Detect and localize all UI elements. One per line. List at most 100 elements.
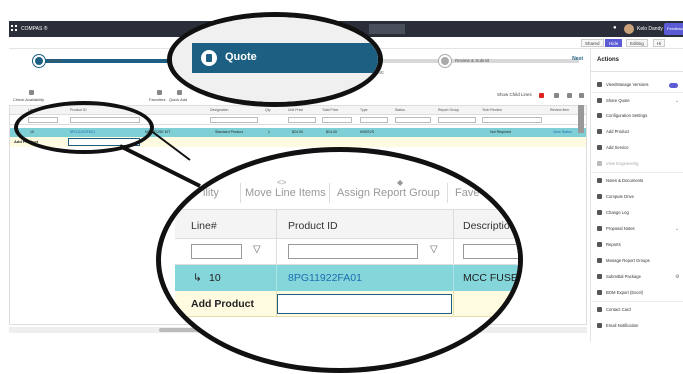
avatar[interactable] xyxy=(624,24,634,34)
zoom-grid-header: Line# Product ID Descriptio xyxy=(175,209,518,240)
next-step-button[interactable]: Next xyxy=(572,56,583,62)
hide-button[interactable]: Hide xyxy=(605,39,623,47)
filter-description-input[interactable] xyxy=(463,244,518,259)
sidebar-separator xyxy=(591,172,683,173)
sidebar-item-manage-report-groups[interactable]: Manage Report Groups xyxy=(597,256,650,266)
settings-icon[interactable] xyxy=(579,93,584,98)
col-type[interactable]: Type xyxy=(360,108,368,112)
col-qty[interactable]: Qty xyxy=(265,108,270,112)
toolbar-separator xyxy=(447,183,448,203)
view-button[interactable]: Hi xyxy=(653,39,666,47)
delete-icon[interactable] xyxy=(539,93,544,98)
add-product-input[interactable] xyxy=(277,294,452,314)
check-availability-button[interactable]: Check Availability xyxy=(13,97,44,102)
filter-status-input[interactable] xyxy=(395,117,431,123)
col-unit-price[interactable]: Unit Price xyxy=(288,108,303,112)
sidebar-item-label: Manage Report Groups xyxy=(606,258,650,263)
col-review-item[interactable]: Review Item xyxy=(550,108,569,112)
assign-report-group-button[interactable]: Assign Report Group xyxy=(337,187,440,199)
sidebar-item-contact-card[interactable]: Contact Card xyxy=(597,305,631,315)
step-review-dot[interactable] xyxy=(439,55,451,67)
col-description[interactable]: Descriptio xyxy=(463,220,510,232)
feedback-button[interactable]: Feedback xyxy=(664,23,683,35)
bell-icon[interactable]: ● xyxy=(613,25,617,31)
row-view-status-link[interactable]: View Status xyxy=(553,130,572,134)
table-row[interactable]: ↳ 10 8PG11922FA01 MCC FUSE KIT xyxy=(175,265,518,291)
sidebar-item-label: Email Notification xyxy=(606,323,639,328)
move-line-items-button[interactable]: Move Line Items xyxy=(245,187,326,199)
funnel-icon[interactable]: ▽ xyxy=(430,244,438,255)
row-description: MCC FUSE KIT xyxy=(463,272,518,284)
report-groups-icon xyxy=(597,258,602,263)
favorites-icon xyxy=(157,90,162,95)
sidebar-item-share-quote[interactable]: Share Quote xyxy=(597,96,630,106)
sidebar-item-label: Submittal Package xyxy=(606,274,641,279)
row-total-price: $24.00 xyxy=(326,130,337,134)
row-product-id-link[interactable]: 8PG11922FA01 xyxy=(288,272,362,284)
step-quote-label[interactable]: Quote xyxy=(49,58,61,63)
col-product-id[interactable]: Product ID xyxy=(288,220,338,232)
copy-icon[interactable] xyxy=(554,93,559,98)
export-icon[interactable] xyxy=(567,93,572,98)
quote-callout: Quote xyxy=(167,12,383,107)
sidebar-item-email-notification[interactable]: Email Notification xyxy=(597,321,638,331)
editing-button[interactable]: Editing xyxy=(626,39,648,47)
col-report-group[interactable]: Report Group xyxy=(438,108,459,112)
filter-type-input[interactable] xyxy=(360,117,388,123)
filter-product-id-input[interactable] xyxy=(288,244,418,259)
filter-unit-input[interactable] xyxy=(288,117,316,123)
funnel-icon[interactable]: ▽ xyxy=(253,244,261,255)
versions-toggle[interactable] xyxy=(669,83,678,88)
row-unit-price: $24.00 xyxy=(292,130,303,134)
check-availability-button[interactable]: ility xyxy=(203,187,219,199)
check-availability-icon xyxy=(29,90,34,95)
sidebar-item-configuration-settings[interactable]: Configuration Settings xyxy=(597,111,647,121)
filter-designation-input[interactable] xyxy=(210,117,258,123)
col-designation[interactable]: Designation xyxy=(210,108,228,112)
quote-step-pill[interactable]: Quote xyxy=(192,43,378,73)
col-divider xyxy=(276,239,277,265)
sidebar-item-submittal-package[interactable]: Submittal Package xyxy=(597,272,641,282)
row-qty: 1 xyxy=(268,130,270,134)
chevron-down-icon[interactable]: ⌄ xyxy=(675,98,679,104)
sidebar-item-compute-drive[interactable]: Compute Drive xyxy=(597,192,634,202)
step-quote-dot[interactable] xyxy=(33,55,45,67)
toolbar-separator xyxy=(329,183,330,203)
chevron-down-icon[interactable]: ⌄ xyxy=(675,226,679,232)
grid-vertical-scrollbar[interactable] xyxy=(578,105,584,133)
sidebar-item-label: Share Quote xyxy=(606,98,630,103)
sidebar-item-bom-export[interactable]: BOM Export (Excel) xyxy=(597,288,643,298)
sidebar-item-view-manage-versions[interactable]: View/Manage Versions xyxy=(597,80,649,90)
favorites-button[interactable]: Favorites xyxy=(149,97,165,102)
col-status[interactable]: Status xyxy=(395,108,405,112)
show-child-lines-toggle[interactable]: Show Child Lines xyxy=(497,92,532,97)
user-name[interactable]: Kelo Dandy xyxy=(637,26,663,32)
add-product-row: Add Product xyxy=(175,291,518,317)
sidebar-item-label: BOM Export (Excel) xyxy=(606,290,643,295)
sidebar-item-label: Proposal Notes xyxy=(606,226,635,231)
sidebar-item-notes-documents[interactable]: Notes & Documents xyxy=(597,176,643,186)
filter-line-input[interactable] xyxy=(191,244,242,259)
col-tech-review[interactable]: Tech Review xyxy=(482,108,502,112)
sidebar-item-reports[interactable]: Reports xyxy=(597,240,621,250)
quote-step-label: Quote xyxy=(225,51,257,63)
app-grid-icon[interactable] xyxy=(11,25,17,31)
move-icon: <> xyxy=(277,178,287,187)
sidebar-item-label: Configuration Settings xyxy=(606,113,648,118)
filter-report-input[interactable] xyxy=(438,117,476,123)
sidebar-item-change-log[interactable]: Change Log xyxy=(597,208,629,218)
add-product-icon xyxy=(597,129,602,134)
col-total-price[interactable]: Total Price xyxy=(322,108,338,112)
sidebar-item-add-product[interactable]: Add Product xyxy=(597,127,629,137)
step-review-label[interactable]: Review & Submit xyxy=(455,58,489,63)
gear-icon[interactable]: ⚙ xyxy=(675,274,679,280)
col-line[interactable]: Line# xyxy=(191,220,217,232)
filter-tech-input[interactable] xyxy=(482,117,542,123)
sidebar-item-proposal-notes[interactable]: Proposal Notes xyxy=(597,224,635,234)
shared-button[interactable]: Shared xyxy=(581,39,604,47)
filter-total-input[interactable] xyxy=(322,117,352,123)
zoom-toolbar: ility <> Move Line Items ◆ Assign Report… xyxy=(161,178,518,204)
add-product-label: Add Product xyxy=(191,298,254,310)
favorites-button[interactable]: Fave xyxy=(455,187,479,199)
sidebar-item-add-service[interactable]: Add Service xyxy=(597,143,629,153)
